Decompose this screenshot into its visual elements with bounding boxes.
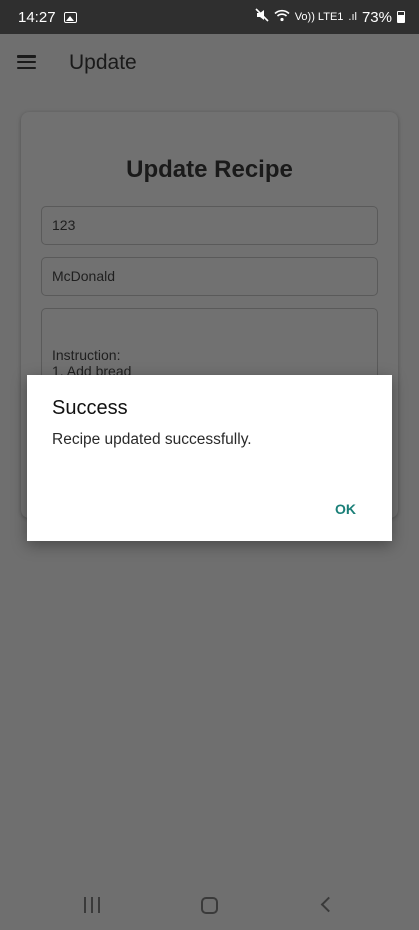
status-bar: 14:27 Vo)) LTE1 .ıl 73% xyxy=(0,0,419,34)
image-notification-icon xyxy=(63,11,77,23)
dialog-message: Recipe updated successfully. xyxy=(52,431,252,448)
battery-level: 73% xyxy=(361,8,392,26)
back-icon[interactable] xyxy=(320,896,337,913)
home-icon[interactable] xyxy=(201,897,218,914)
status-time: 14:27 xyxy=(18,8,56,26)
signal-icon: .ıl xyxy=(348,11,357,23)
hamburger-menu-icon[interactable] xyxy=(17,55,36,69)
dialog-title: Success xyxy=(52,397,128,419)
recipe-id-field[interactable]: 123 xyxy=(41,206,378,245)
success-dialog: Success Recipe updated successfully. OK xyxy=(27,375,392,541)
mute-icon xyxy=(255,8,269,26)
network-type: Vo)) LTE1 xyxy=(294,11,344,23)
card-title: Update Recipe xyxy=(126,156,293,183)
battery-icon xyxy=(397,11,405,23)
status-left: 14:27 xyxy=(18,9,77,26)
app-bar: Update xyxy=(0,34,419,92)
status-right: Vo)) LTE1 .ıl 73% xyxy=(255,8,405,26)
ok-button[interactable]: OK xyxy=(335,501,356,517)
recipe-name-field[interactable]: McDonald xyxy=(41,257,378,296)
app-bar-title: Update xyxy=(69,51,137,74)
recents-icon[interactable] xyxy=(84,897,100,913)
wifi-icon xyxy=(274,9,290,26)
instruction-line-1: Instruction: xyxy=(52,347,121,363)
navigation-bar xyxy=(0,880,419,930)
